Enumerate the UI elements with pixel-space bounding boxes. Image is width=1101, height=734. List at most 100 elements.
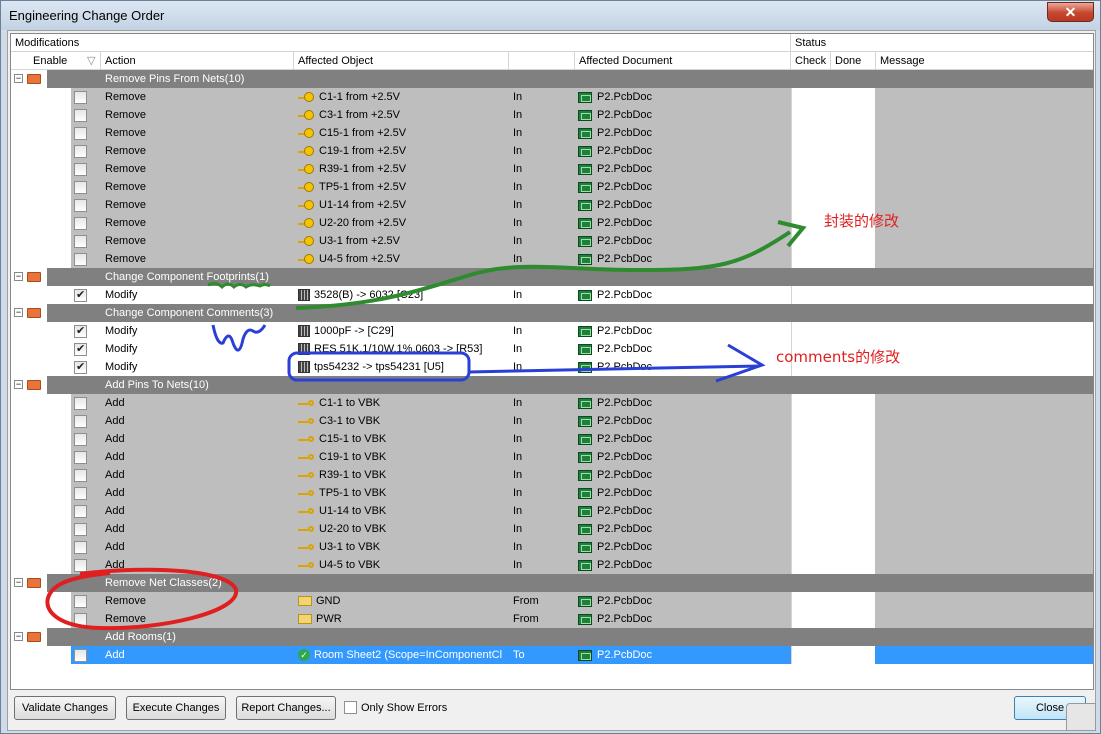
- enable-checkbox[interactable]: [74, 360, 87, 374]
- enable-checkbox[interactable]: [74, 415, 87, 428]
- enable-checkbox[interactable]: [74, 595, 87, 608]
- group-row[interactable]: − Remove Pins From Nets(10): [11, 70, 1093, 88]
- change-row[interactable]: Remove C19-1 from +2.5V In P2.PcbDoc: [11, 142, 1093, 160]
- change-row[interactable]: Add C19-1 to VBK In P2.PcbDoc: [11, 448, 1093, 466]
- pin-net-icon: [298, 163, 315, 175]
- execute-changes-button[interactable]: Execute Changes: [126, 696, 226, 720]
- message-cell: [875, 466, 1093, 484]
- enable-checkbox[interactable]: [74, 433, 87, 446]
- change-row[interactable]: Remove U4-5 from +2.5V In P2.PcbDoc: [11, 250, 1093, 268]
- enable-checkbox[interactable]: [74, 127, 87, 140]
- row-gutter: [11, 250, 71, 268]
- col-message[interactable]: Message: [876, 52, 1093, 70]
- enable-checkbox[interactable]: [74, 181, 87, 194]
- collapse-toggle-icon[interactable]: −: [14, 632, 23, 641]
- enable-checkbox[interactable]: [74, 342, 87, 356]
- action-cell: Add: [105, 523, 125, 535]
- message-cell: [875, 322, 1093, 340]
- enable-checkbox[interactable]: [74, 199, 87, 212]
- col-done[interactable]: Done: [831, 52, 876, 70]
- change-row[interactable]: Add C15-1 to VBK In P2.PcbDoc: [11, 430, 1093, 448]
- col-check[interactable]: Check: [791, 52, 831, 70]
- action-cell: Add: [105, 541, 125, 553]
- change-row[interactable]: Remove PWR From P2.PcbDoc: [11, 610, 1093, 628]
- change-row[interactable]: Modify 1000pF -> [C29] In P2.PcbDoc: [11, 322, 1093, 340]
- enable-checkbox[interactable]: [74, 145, 87, 158]
- group-row[interactable]: − Add Pins To Nets(10): [11, 376, 1093, 394]
- collapse-toggle-icon[interactable]: −: [14, 380, 23, 389]
- collapse-toggle-icon[interactable]: −: [14, 308, 23, 317]
- change-row[interactable]: Remove GND From P2.PcbDoc: [11, 592, 1093, 610]
- change-row[interactable]: Remove C15-1 from +2.5V In P2.PcbDoc: [11, 124, 1093, 142]
- enable-checkbox[interactable]: [74, 487, 87, 500]
- change-row[interactable]: Modify tps54232 -> tps54231 [U5] In P2.PcbD…: [11, 358, 1093, 376]
- enable-checkbox[interactable]: [74, 217, 87, 230]
- message-cell: [875, 106, 1093, 124]
- validate-changes-button[interactable]: Validate Changes: [14, 696, 116, 720]
- collapse-toggle-icon[interactable]: −: [14, 578, 23, 587]
- change-row[interactable]: Add U1-14 to VBK In P2.PcbDoc: [11, 502, 1093, 520]
- change-row[interactable]: Add U3-1 to VBK In P2.PcbDoc: [11, 538, 1093, 556]
- affected-document-cell: P2.PcbDoc: [578, 250, 788, 268]
- pcb-document-icon: [578, 469, 592, 481]
- collapse-toggle-icon[interactable]: −: [14, 272, 23, 281]
- direction-cell: In: [513, 451, 523, 463]
- group-row[interactable]: − Add Rooms(1): [11, 628, 1093, 646]
- title-bar[interactable]: Engineering Change Order ✕: [1, 1, 1100, 30]
- collapse-toggle-icon[interactable]: −: [14, 74, 23, 83]
- change-row[interactable]: Remove C1-1 from +2.5V In P2.PcbDoc: [11, 88, 1093, 106]
- change-row[interactable]: Add TP5-1 to VBK In P2.PcbDoc: [11, 484, 1093, 502]
- group-row[interactable]: − Remove Net Classes(2): [11, 574, 1093, 592]
- enable-checkbox[interactable]: [74, 324, 87, 338]
- enable-checkbox[interactable]: [74, 235, 87, 248]
- change-row[interactable]: Remove TP5-1 from +2.5V In P2.PcbDoc: [11, 178, 1093, 196]
- window-close-button[interactable]: ✕: [1047, 2, 1094, 22]
- action-cell: Remove: [105, 163, 146, 175]
- col-affected-document[interactable]: Affected Document: [575, 52, 791, 70]
- enable-checkbox[interactable]: [74, 559, 87, 572]
- change-row[interactable]: Remove U1-14 from +2.5V In P2.PcbDoc: [11, 196, 1093, 214]
- only-show-errors-checkbox[interactable]: [344, 701, 357, 714]
- change-row[interactable]: Remove U3-1 from +2.5V In P2.PcbDoc: [11, 232, 1093, 250]
- group-row[interactable]: − Change Component Comments(3): [11, 304, 1093, 322]
- change-row[interactable]: Add U2-20 to VBK In P2.PcbDoc: [11, 520, 1093, 538]
- enable-checkbox[interactable]: [74, 523, 87, 536]
- change-row[interactable]: Modify RES 51K,1/10W,1%,0603 -> [R53] In P2…: [11, 340, 1093, 358]
- col-enable[interactable]: Enable ▽: [11, 52, 101, 70]
- change-row[interactable]: Remove C3-1 from +2.5V In P2.PcbDoc: [11, 106, 1093, 124]
- change-row[interactable]: Add ✓ Room Sheet2 (Scope=InComponentCl To P2…: [11, 646, 1093, 664]
- change-row[interactable]: Add C3-1 to VBK In P2.PcbDoc: [11, 412, 1093, 430]
- enable-checkbox[interactable]: [74, 649, 87, 662]
- resize-grip-icon[interactable]: [1066, 703, 1096, 731]
- col-direction[interactable]: [509, 52, 575, 70]
- direction-cell: In: [513, 487, 523, 499]
- enable-checkbox[interactable]: [74, 253, 87, 266]
- enable-checkbox[interactable]: [74, 613, 87, 626]
- enable-checkbox[interactable]: [74, 505, 87, 518]
- change-row[interactable]: Add U4-5 to VBK In P2.PcbDoc: [11, 556, 1093, 574]
- affected-object-cell: U3-1 from +2.5V: [298, 232, 509, 250]
- enable-checkbox[interactable]: [74, 91, 87, 104]
- col-affected-object[interactable]: Affected Object: [294, 52, 509, 70]
- enable-checkbox[interactable]: [74, 469, 87, 482]
- status-cells: [791, 556, 875, 574]
- folder-icon: [27, 272, 41, 282]
- enable-checkbox[interactable]: [74, 109, 87, 122]
- message-cell: [875, 430, 1093, 448]
- report-changes-button[interactable]: Report Changes...: [236, 696, 336, 720]
- change-row[interactable]: Add R39-1 to VBK In P2.PcbDoc: [11, 466, 1093, 484]
- change-row[interactable]: Remove U2-20 from +2.5V In P2.PcbDoc: [11, 214, 1093, 232]
- change-row[interactable]: Add C1-1 to VBK In P2.PcbDoc: [11, 394, 1093, 412]
- group-row[interactable]: − Change Component Footprints(1): [11, 268, 1093, 286]
- row-gutter: [11, 394, 71, 412]
- affected-object-text: U4-5 from +2.5V: [319, 253, 401, 265]
- change-row[interactable]: Modify 3528(B) -> 6032 [C23] In P2.PcbDoc: [11, 286, 1093, 304]
- change-row[interactable]: Remove R39-1 from +2.5V In P2.PcbDoc: [11, 160, 1093, 178]
- enable-checkbox[interactable]: [74, 451, 87, 464]
- enable-checkbox[interactable]: [74, 541, 87, 554]
- status-cells: [791, 142, 875, 160]
- enable-checkbox[interactable]: [74, 397, 87, 410]
- enable-checkbox[interactable]: [74, 163, 87, 176]
- enable-checkbox[interactable]: [74, 288, 87, 302]
- col-action[interactable]: Action: [101, 52, 294, 70]
